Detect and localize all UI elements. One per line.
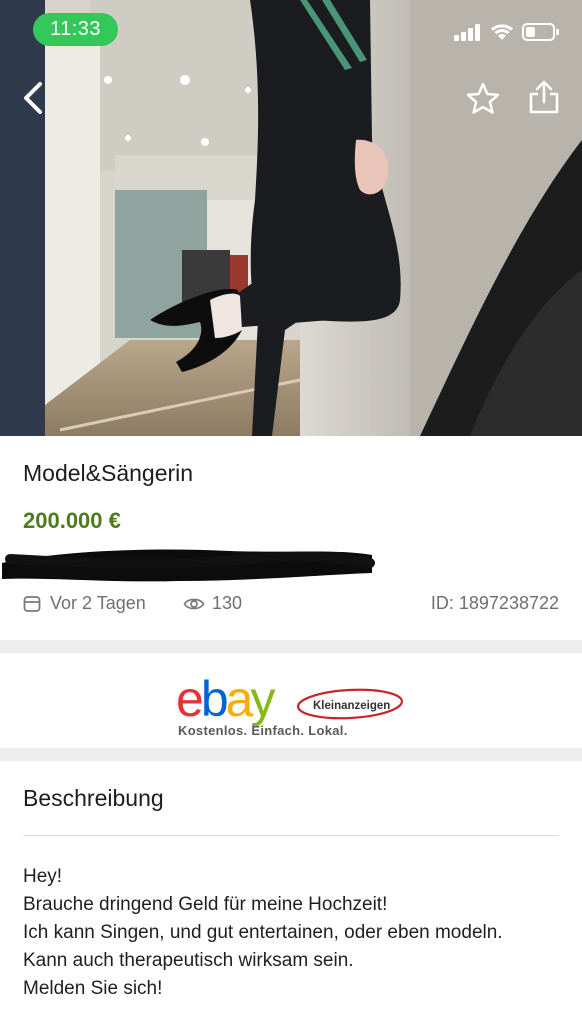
description-line: Kann auch therapeutisch wirksam sein. — [23, 950, 354, 971]
listing-date-text: Vor 2 Tagen — [50, 593, 146, 613]
description-section: Beschreibung Hey! Brauche dringend Geld … — [0, 761, 582, 1019]
listing-views-count: 130 — [212, 593, 243, 613]
description-line: Ich kann Singen, und gut entertainen, od… — [23, 922, 503, 943]
section-divider — [0, 640, 582, 653]
listing-id: ID: 1897238722 — [430, 593, 559, 613]
back-chevron-icon[interactable] — [14, 78, 54, 118]
svg-text:Kleinanzeigen: Kleinanzeigen — [313, 700, 390, 712]
description-line: Hey! — [23, 866, 63, 887]
listing-date: Vor 2 Tagen — [23, 593, 146, 614]
share-icon[interactable] — [524, 78, 564, 118]
redaction-scribble — [2, 549, 375, 582]
wifi-icon — [491, 24, 513, 40]
battery-icon — [522, 23, 559, 41]
description-line: Melden Sie sich! — [23, 978, 163, 999]
svg-text:ebay: ebay — [176, 671, 275, 727]
listing-title: Model&Sängerin — [23, 460, 194, 486]
status-time[interactable]: 11:33 — [33, 13, 118, 46]
star-icon[interactable] — [464, 80, 502, 118]
brand-banner: ebay Kleinanzeigen Kostenlos. Einfach. L… — [0, 653, 582, 748]
photo-scene — [0, 0, 582, 436]
status-icons — [454, 22, 560, 42]
calendar-icon — [23, 595, 41, 612]
status-bar: 11:33 — [0, 0, 582, 60]
brand-tagline: Kostenlos. Einfach. Lokal. — [178, 723, 348, 738]
description-text: Hey! Brauche dringend Geld für meine Hoc… — [23, 863, 568, 1003]
section-divider — [0, 748, 582, 761]
listing-meta: Vor 2 Tagen 130 ID: 1897238722 — [23, 593, 559, 617]
description-heading: Beschreibung — [23, 785, 164, 811]
listing-photo[interactable]: 11:33 — [0, 0, 582, 436]
description-line: Brauche dringend Geld für meine Hochzeit… — [23, 894, 388, 915]
listing-views: 130 — [183, 593, 242, 614]
listing-price: 200.000 € — [23, 508, 121, 533]
description-divider — [23, 835, 559, 836]
listing-info: Model&Sängerin 200.000 € Vor 2 Tagen 130… — [0, 436, 582, 640]
signal-icon — [454, 24, 480, 41]
eye-icon — [183, 598, 205, 609]
